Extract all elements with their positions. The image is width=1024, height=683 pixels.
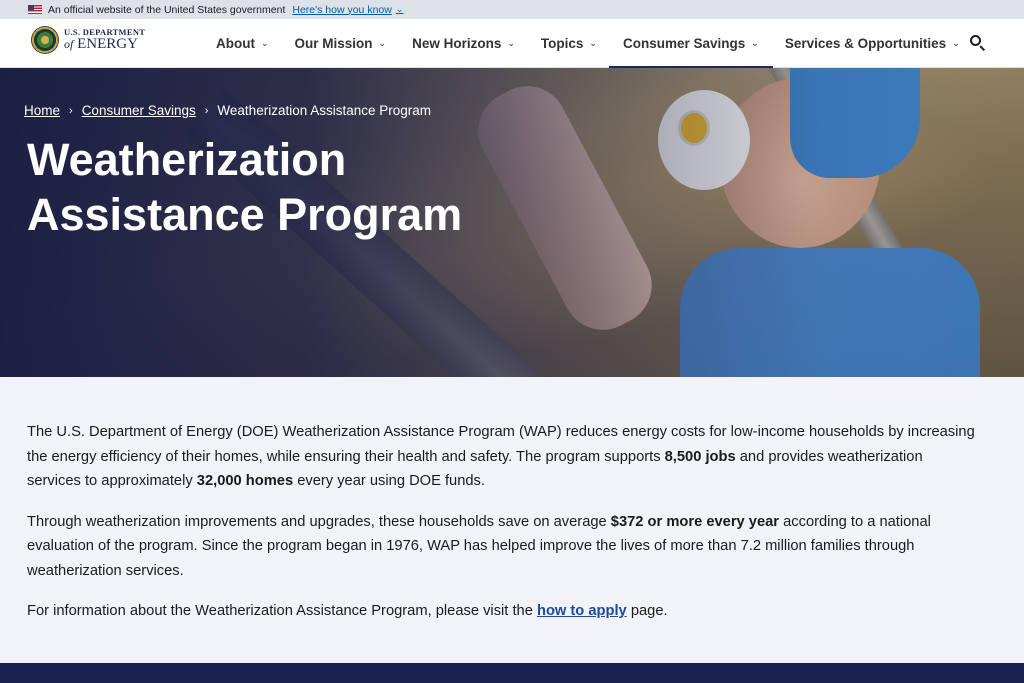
heres-how-you-know-label: Here's how you know xyxy=(292,3,392,16)
doe-logo[interactable]: U.S. DEPARTMENT of ENERGY xyxy=(31,26,145,54)
nav-item-our-mission[interactable]: Our Mission ⌄ xyxy=(295,19,413,68)
chevron-down-icon: ⌄ xyxy=(260,38,269,48)
info-text: page. xyxy=(626,603,668,619)
breadcrumb-current: Weatherization Assistance Program xyxy=(217,103,432,118)
us-flag-icon xyxy=(28,5,42,14)
nav-item-consumer-savings[interactable]: Consumer Savings ⌄ xyxy=(608,19,773,69)
search-icon xyxy=(970,35,981,46)
info-text: For information about the Weatherization… xyxy=(27,603,537,619)
savings-text: Through weatherization improvements and … xyxy=(27,513,611,530)
chevron-right-icon: › xyxy=(204,104,209,117)
logo-of-text: of xyxy=(64,37,74,52)
nav-item-label: New Horizons xyxy=(412,36,502,51)
homes-stat: 32,000 homes xyxy=(196,473,294,489)
search-button[interactable] xyxy=(968,33,988,53)
doe-seal-icon xyxy=(31,26,59,54)
jobs-stat: 8,500 jobs xyxy=(664,448,736,465)
nav-item-label: Our Mission xyxy=(294,36,373,51)
chevron-down-icon: ⌄ xyxy=(952,38,960,48)
nav-item-new-horizons[interactable]: New Horizons ⌄ xyxy=(412,19,541,68)
main-content: The U.S. Department of Energy (DOE) Weat… xyxy=(27,420,977,640)
nav-item-label: Topics xyxy=(540,36,584,51)
logo-bottom-text: of ENERGY xyxy=(64,37,145,52)
gov-banner: An official website of the United States… xyxy=(0,0,1024,19)
gov-banner-text: An official website of the United States… xyxy=(48,3,286,16)
search-icon-handle xyxy=(979,45,986,52)
intro-text: every year using DOE funds. xyxy=(293,473,485,489)
nav-item-label: Services & Opportunities xyxy=(784,36,947,51)
logo-energy-text: ENERGY xyxy=(77,36,138,53)
intro-paragraph: The U.S. Department of Energy (DOE) Weat… xyxy=(27,420,977,494)
info-paragraph: For information about the Weatherization… xyxy=(27,599,977,624)
site-header: U.S. DEPARTMENT of ENERGY About ⌄ Our Mi… xyxy=(0,19,1024,69)
footer-band xyxy=(0,663,1024,683)
chevron-right-icon: › xyxy=(69,104,73,117)
breadcrumb: Home › Consumer Savings › Weatherization… xyxy=(24,103,431,118)
nav-item-label: About xyxy=(216,36,255,51)
nav-item-label: Consumer Savings xyxy=(622,36,746,51)
chevron-down-icon: ⌄ xyxy=(751,38,759,48)
chevron-down-icon: ⌄ xyxy=(378,38,387,48)
savings-paragraph: Through weatherization improvements and … xyxy=(27,510,977,584)
nav-item-about[interactable]: About ⌄ xyxy=(216,19,295,68)
breadcrumb-home-link[interactable]: Home xyxy=(24,103,60,118)
page-title: Weatherization Assistance Program xyxy=(27,134,463,240)
chevron-down-icon: ⌄ xyxy=(507,38,515,48)
how-to-apply-link[interactable]: how to apply xyxy=(537,603,627,619)
chevron-down-icon: ⌄ xyxy=(395,4,404,14)
logo-top-text: U.S. DEPARTMENT xyxy=(64,26,146,37)
heres-how-you-know-link[interactable]: Here's how you know ⌄ xyxy=(292,4,403,16)
nav-item-services-opportunities[interactable]: Services & Opportunities ⌄ xyxy=(785,19,986,68)
main-nav: About ⌄ Our Mission ⌄ New Horizons ⌄ Top… xyxy=(216,19,986,69)
savings-stat: $372 or more every year xyxy=(610,513,780,530)
logo-text: U.S. DEPARTMENT of ENERGY xyxy=(64,28,145,53)
chevron-down-icon: ⌄ xyxy=(589,38,597,48)
hero-banner: Home › Consumer Savings › Weatherization… xyxy=(0,68,1024,377)
breadcrumb-consumer-savings-link[interactable]: Consumer Savings xyxy=(82,103,196,118)
